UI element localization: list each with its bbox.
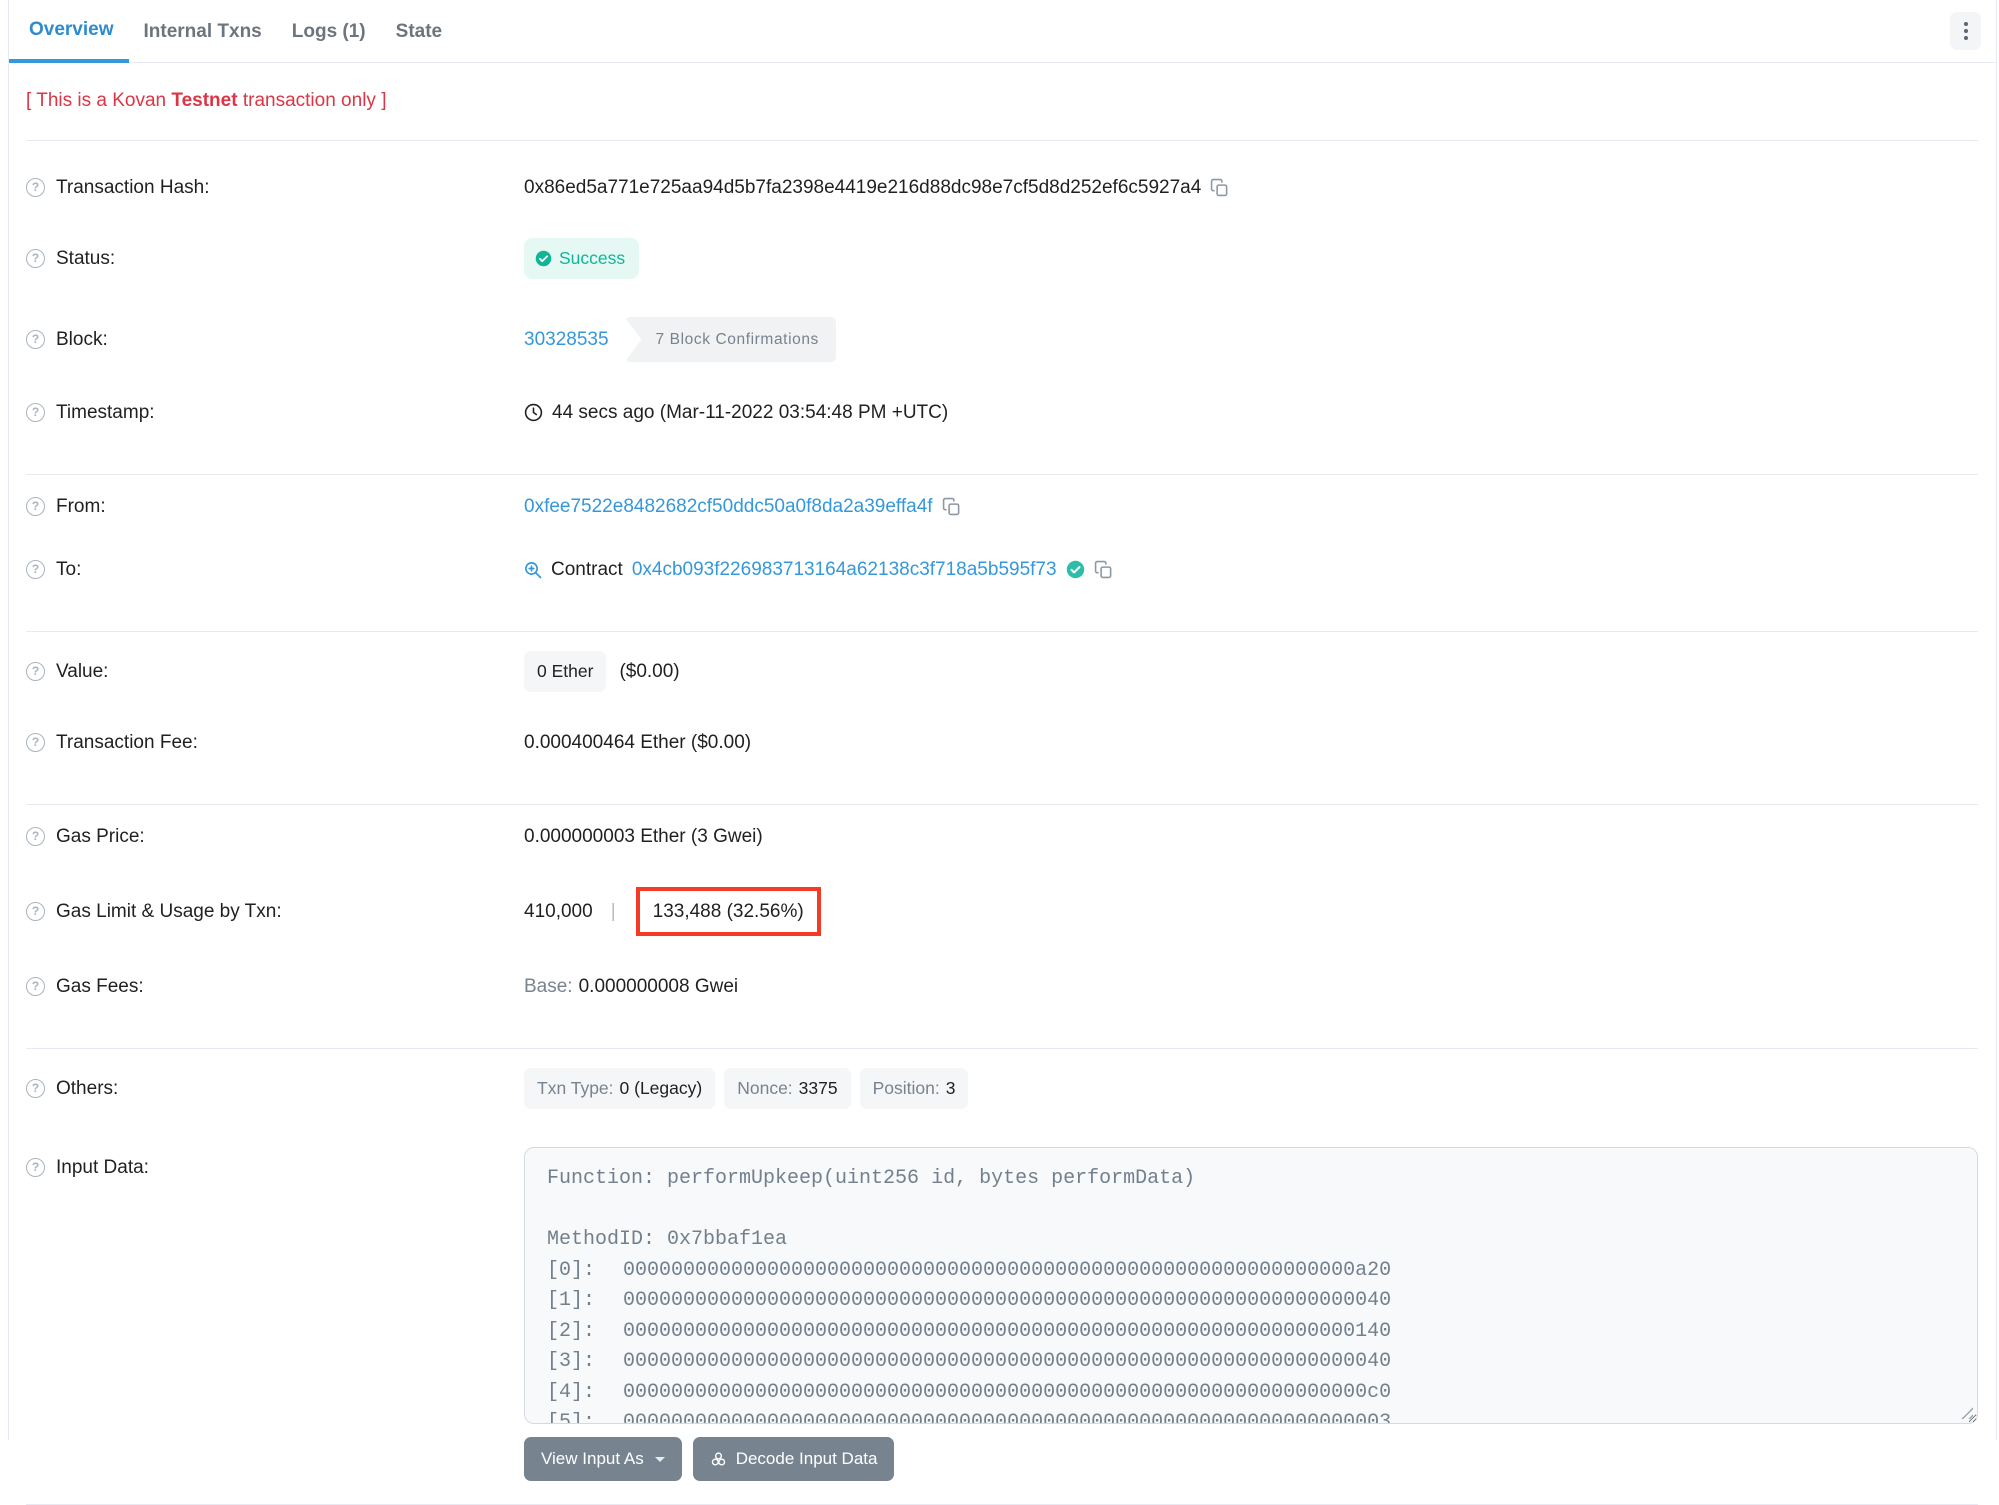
value-usd: ($0.00)	[619, 659, 679, 684]
help-icon[interactable]: ?	[26, 662, 45, 681]
help-icon[interactable]: ?	[26, 249, 45, 268]
from-address-link[interactable]: 0xfee7522e8482682cf50ddc50a0f8da2a39effa…	[524, 494, 933, 519]
resize-handle[interactable]	[1960, 1406, 1973, 1419]
input-data-textarea[interactable]: Function: performUpkeep(uint256 id, byte…	[524, 1147, 1978, 1424]
magnifier-plus-icon[interactable]	[524, 561, 542, 579]
to-label: To:	[56, 557, 81, 582]
row-others: ? Others: Txn Type:0 (Legacy) Nonce:3375…	[26, 1049, 1978, 1128]
block-confirmations-badge: 7 Block Confirmations	[625, 317, 836, 362]
status-label: Status:	[56, 246, 115, 271]
gas-usage-value: 133,488 (32.56%)	[653, 901, 804, 922]
txn-type-badge: Txn Type:0 (Legacy)	[524, 1068, 715, 1109]
row-from: ? From: 0xfee7522e8482682cf50ddc50a0f8da…	[26, 475, 1978, 538]
value-badge: 0 Ether	[524, 651, 606, 692]
input-param-line: [0]:000000000000000000000000000000000000…	[547, 1256, 1955, 1287]
testnet-warning: [ This is a Kovan Testnet transaction on…	[26, 63, 1978, 140]
gas-fees-base-label: Base:	[524, 974, 573, 999]
position-badge: Position:3	[860, 1068, 969, 1109]
decode-input-data-button[interactable]: Decode Input Data	[693, 1437, 895, 1481]
clock-icon	[524, 403, 543, 422]
input-function-line: Function: performUpkeep(uint256 id, byte…	[547, 1164, 1955, 1195]
gas-fees-label: Gas Fees:	[56, 974, 144, 999]
more-options-button[interactable]	[1950, 12, 1981, 50]
input-param-line: [5]:000000000000000000000000000000000000…	[547, 1408, 1955, 1424]
transaction-hash-value: 0x86ed5a771e725aa94d5b7fa2398e4419e216d8…	[524, 175, 1201, 200]
gas-limit-label: Gas Limit & Usage by Txn:	[56, 899, 282, 924]
check-circle-icon	[535, 250, 552, 267]
copy-icon	[942, 497, 961, 516]
nonce-badge: Nonce:3375	[724, 1068, 850, 1109]
tab-internal-txns[interactable]: Internal Txns	[129, 0, 277, 63]
warning-prefix: [ This is a Kovan	[26, 90, 171, 111]
help-icon[interactable]: ?	[26, 560, 45, 579]
gas-price-value: 0.000000003 Ether (3 Gwei)	[524, 824, 763, 849]
chevron-down-icon	[655, 1457, 665, 1462]
gas-usage-highlight-box: 133,488 (32.56%)	[636, 887, 821, 936]
help-icon[interactable]: ?	[26, 1079, 45, 1098]
timestamp-label: Timestamp:	[56, 400, 155, 425]
tab-overview[interactable]: Overview	[9, 0, 129, 63]
gas-fees-base-value: 0.000000008 Gwei	[579, 974, 739, 999]
row-timestamp: ? Timestamp: 44 secs ago (Mar-11-2022 03…	[26, 381, 1978, 444]
to-contract-type: Contract	[551, 557, 623, 582]
transaction-card: Overview Internal Txns Logs (1) State [ …	[8, 0, 1997, 1440]
row-transaction-hash: ? Transaction Hash: 0x86ed5a771e725aa94d…	[26, 156, 1978, 219]
transaction-hash-label: Transaction Hash:	[56, 175, 209, 200]
copy-hash-button[interactable]	[1210, 178, 1229, 197]
input-param-line: [3]:000000000000000000000000000000000000…	[547, 1347, 1955, 1378]
decode-icon	[710, 1451, 727, 1468]
status-badge: Success	[524, 238, 639, 279]
help-icon[interactable]: ?	[26, 403, 45, 422]
view-input-as-button[interactable]: View Input As	[524, 1437, 682, 1481]
input-data-label: Input Data:	[56, 1155, 149, 1180]
transaction-fee-value: 0.000400464 Ether ($0.00)	[524, 730, 751, 755]
kebab-icon	[1964, 22, 1968, 26]
gas-separator: |	[602, 899, 625, 924]
copy-icon	[1210, 178, 1229, 197]
tab-bar: Overview Internal Txns Logs (1) State	[9, 0, 1996, 63]
timestamp-value: 44 secs ago (Mar-11-2022 03:54:48 PM +UT…	[552, 400, 948, 425]
row-gas-price: ? Gas Price: 0.000000003 Ether (3 Gwei)	[26, 805, 1978, 868]
warning-suffix: transaction only ]	[238, 90, 387, 111]
block-number-link[interactable]: 30328535	[524, 327, 609, 352]
help-icon[interactable]: ?	[26, 733, 45, 752]
to-address-link[interactable]: 0x4cb093f226983713164a62138c3f718a5b595f…	[632, 557, 1057, 582]
input-param-line: [1]:000000000000000000000000000000000000…	[547, 1286, 1955, 1317]
row-input-data: ? Input Data: Function: performUpkeep(ui…	[26, 1128, 1978, 1424]
input-param-line: [2]:000000000000000000000000000000000000…	[547, 1317, 1955, 1348]
help-icon[interactable]: ?	[26, 497, 45, 516]
input-methodid-line: MethodID: 0x7bbaf1ea	[547, 1225, 1955, 1256]
copy-to-button[interactable]	[1094, 560, 1113, 579]
row-gas-fees: ? Gas Fees: Base: 0.000000008 Gwei	[26, 955, 1978, 1018]
row-value: ? Value: 0 Ether ($0.00)	[26, 632, 1978, 711]
help-icon[interactable]: ?	[26, 330, 45, 349]
help-icon[interactable]: ?	[26, 1158, 45, 1177]
gas-limit-value: 410,000	[524, 899, 593, 924]
row-block: ? Block: 30328535 7 Block Confirmations	[26, 298, 1978, 381]
help-icon[interactable]: ?	[26, 977, 45, 996]
block-label: Block:	[56, 327, 108, 352]
tab-logs[interactable]: Logs (1)	[277, 0, 381, 63]
row-status: ? Status: Success	[26, 219, 1978, 298]
help-icon[interactable]: ?	[26, 827, 45, 846]
row-gas-limit-usage: ? Gas Limit & Usage by Txn: 410,000 | 13…	[26, 868, 1978, 955]
tab-state[interactable]: State	[381, 0, 457, 63]
help-icon[interactable]: ?	[26, 178, 45, 197]
warning-emphasis: Testnet	[171, 90, 237, 111]
transaction-fee-label: Transaction Fee:	[56, 730, 198, 755]
others-label: Others:	[56, 1076, 118, 1101]
row-transaction-fee: ? Transaction Fee: 0.000400464 Ether ($0…	[26, 711, 1978, 774]
verified-check-icon	[1066, 560, 1085, 579]
copy-from-button[interactable]	[942, 497, 961, 516]
value-label: Value:	[56, 659, 108, 684]
help-icon[interactable]: ?	[26, 902, 45, 921]
from-label: From:	[56, 494, 106, 519]
copy-icon	[1094, 560, 1113, 579]
input-param-line: [4]:000000000000000000000000000000000000…	[547, 1378, 1955, 1409]
row-to: ? To: Contract 0x4cb093f226983713164a621…	[26, 538, 1978, 601]
gas-price-label: Gas Price:	[56, 824, 145, 849]
